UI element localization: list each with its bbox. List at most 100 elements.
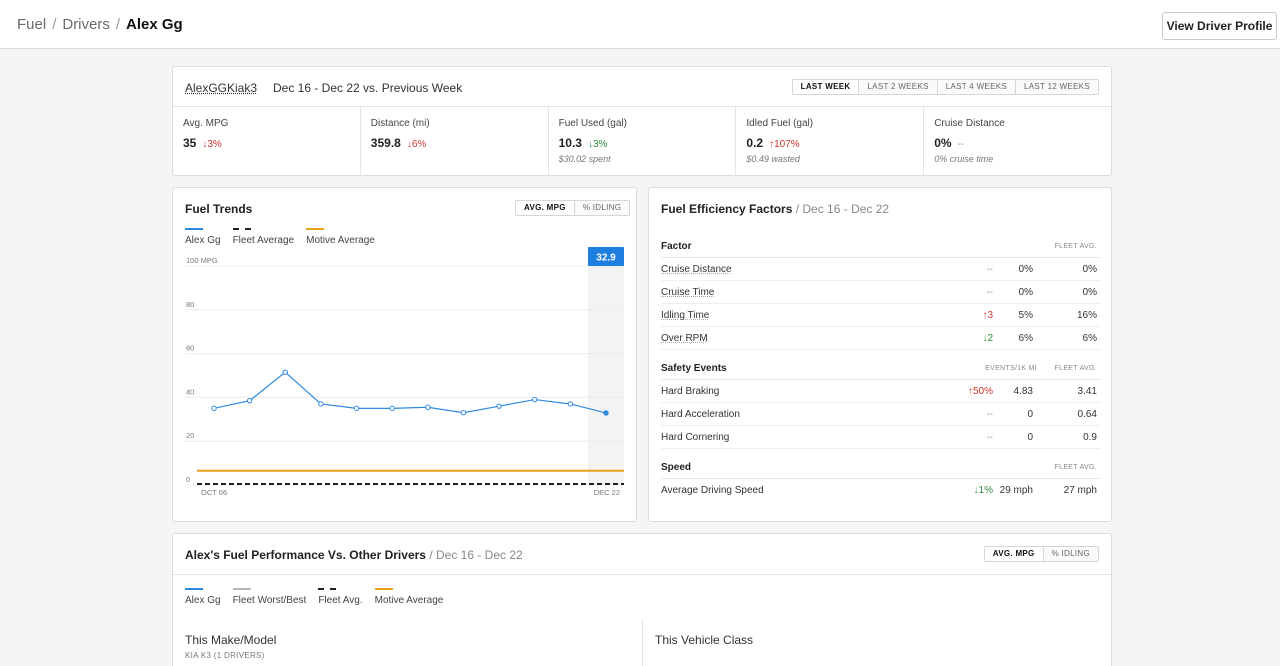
factor-row: Cruise Distance -- 0% 0% bbox=[661, 258, 1101, 281]
factor-name: Hard Cornering bbox=[661, 431, 730, 443]
stat-label: Cruise Distance bbox=[934, 118, 1005, 129]
data-point bbox=[496, 403, 502, 409]
y-tick-label: 80 bbox=[186, 300, 194, 309]
date-range: Dec 16 - Dec 22 vs. Previous Week bbox=[273, 81, 463, 95]
performance-title-text: Alex's Fuel Performance Vs. Other Driver… bbox=[185, 548, 426, 562]
factors-title-text: Fuel Efficiency Factors bbox=[661, 202, 793, 216]
performance-legend: Alex Gg Fleet Worst/Best Fleet Avg. Motive … bbox=[185, 588, 443, 606]
period-selector: LAST WEEK LAST 2 WEEKS LAST 4 WEEKS LAST 12… bbox=[791, 79, 1099, 95]
data-point bbox=[389, 405, 395, 412]
stat-cruise-distance: Cruise Distance 0% -- 0% cruise time bbox=[923, 107, 1111, 176]
stat-change: ↓3% bbox=[587, 139, 608, 150]
period-tab-last-week[interactable]: LAST WEEK bbox=[792, 80, 859, 94]
stat-label: Fuel Used (gal) bbox=[558, 118, 627, 129]
stat-value: 359.8 ↓6% bbox=[371, 136, 538, 150]
legend-label: Motive Average bbox=[374, 595, 444, 606]
legend-swatch bbox=[232, 228, 251, 230]
factor-name[interactable]: Cruise Time bbox=[661, 287, 945, 298]
column-header: FLEET AVG. bbox=[1054, 464, 1097, 471]
data-point bbox=[460, 410, 467, 416]
fuel-trends-title: Fuel Trends bbox=[185, 202, 253, 216]
stat-subtext: $0.49 wasted bbox=[746, 154, 800, 164]
trend-metric-toggle: AVG. MPG% IDLING bbox=[515, 200, 631, 216]
perf-tab-avg-mpg[interactable]: AVG. MPG bbox=[984, 547, 1043, 561]
legend-item: Alex Gg bbox=[185, 588, 221, 606]
perf-tab-idling[interactable]: % IDLING bbox=[1042, 547, 1098, 561]
column-header: FLEET AVG. bbox=[1054, 365, 1097, 372]
factor-name[interactable]: Idling Time bbox=[661, 310, 945, 321]
stat-avg-mpg: Avg. MPG 35 ↓3% bbox=[173, 107, 360, 176]
data-point bbox=[532, 396, 538, 403]
legend-swatch bbox=[185, 588, 203, 590]
data-point bbox=[603, 410, 609, 416]
legend-item: Motive Average bbox=[374, 588, 444, 606]
stat-change: -- bbox=[957, 139, 965, 150]
legend-swatch bbox=[318, 588, 337, 590]
section-title: Safety Events bbox=[661, 363, 727, 374]
breadcrumb-separator: / bbox=[52, 16, 57, 33]
factor-row: Cruise Time -- 0% 0% bbox=[661, 281, 1101, 304]
period-tab-last-12-weeks[interactable]: LAST 12 WEEKS bbox=[1014, 80, 1098, 94]
fuel-trends-chart: 100 MPG 80 60 40 20 0 OCT 06 DEC 22 32.9 bbox=[185, 247, 624, 497]
driver-id-link[interactable]: AlexGGKiak3 bbox=[185, 81, 257, 95]
performance-metric-toggle: AVG. MPG% IDLING bbox=[983, 546, 1099, 562]
summary-header: AlexGGKiak3 Dec 16 - Dec 22 vs. Previous… bbox=[173, 67, 1111, 107]
data-point bbox=[353, 405, 360, 412]
stat-subtext: $30.02 spent bbox=[558, 154, 611, 164]
stat-idled-fuel-gal: Idled Fuel (gal) 0.2 ↑107% $0.49 wasted bbox=[735, 107, 923, 176]
factor-change: -- bbox=[986, 263, 993, 275]
breadcrumb-fuel[interactable]: Fuel bbox=[17, 16, 46, 33]
period-tab-last-2-weeks[interactable]: LAST 2 WEEKS bbox=[858, 80, 937, 94]
factor-change: -- bbox=[986, 408, 993, 420]
factor-name[interactable]: Cruise Distance bbox=[661, 264, 945, 275]
stat-fuel-used-gal: Fuel Used (gal) 10.3 ↓3% $30.02 spent bbox=[547, 107, 736, 176]
period-tab-last-4-weeks[interactable]: LAST 4 WEEKS bbox=[936, 80, 1015, 94]
legend-swatch bbox=[306, 228, 325, 230]
view-driver-profile-button[interactable]: View Driver Profile bbox=[1162, 12, 1277, 40]
column-header: FLEET AVG. bbox=[1054, 243, 1097, 250]
factor-fleet-avg: 6% bbox=[1082, 332, 1097, 344]
trend-tab-avg-mpg[interactable]: AVG. MPG bbox=[516, 201, 574, 215]
page-title: Alex Gg bbox=[126, 16, 183, 33]
section-header: Factor FLEET AVG. bbox=[661, 236, 1101, 258]
breadcrumb: Fuel / Drivers / Alex Gg bbox=[17, 16, 183, 33]
legend-swatch bbox=[185, 228, 203, 230]
factor-change: ↑50% bbox=[967, 385, 993, 397]
factor-row: Over RPM ↓2 6% 6% bbox=[661, 327, 1101, 350]
factors-title: Fuel Efficiency Factors / Dec 16 - Dec 2… bbox=[661, 202, 889, 216]
fuel-efficiency-factors-card: Fuel Efficiency Factors / Dec 16 - Dec 2… bbox=[648, 187, 1112, 522]
top-bar: Fuel / Drivers / Alex Gg View Driver Pro… bbox=[0, 0, 1280, 49]
stat-value: 10.3 ↓3% bbox=[559, 136, 726, 150]
value-callout-label: 32.9 bbox=[596, 253, 616, 264]
breadcrumb-drivers[interactable]: Drivers bbox=[62, 16, 110, 33]
factor-row: Hard Cornering -- 0 0.9 bbox=[661, 426, 1101, 449]
vehicle-class-title: This Vehicle Class bbox=[655, 633, 754, 647]
highlight-band bbox=[588, 266, 624, 485]
data-point bbox=[282, 369, 288, 375]
factor-value: 4.83 bbox=[1013, 385, 1033, 397]
factor-fleet-avg: 0% bbox=[1082, 286, 1097, 298]
factor-change: -- bbox=[986, 286, 993, 298]
factor-value: 6% bbox=[1018, 332, 1033, 344]
factor-fleet-avg: 0.64 bbox=[1077, 408, 1097, 420]
legend-swatch bbox=[374, 588, 393, 590]
factor-row: Average Driving Speed ↓1% 29 mph 27 mph bbox=[661, 479, 1101, 502]
trend-tab-idling[interactable]: % IDLING bbox=[573, 201, 630, 215]
factor-change: ↓2 bbox=[982, 332, 993, 344]
section-title: Speed bbox=[661, 462, 692, 473]
factor-name[interactable]: Over RPM bbox=[661, 333, 945, 344]
section-title: Factor bbox=[661, 241, 692, 252]
legend-swatch bbox=[232, 588, 251, 590]
column-header: EVENTS/1K MI bbox=[985, 365, 1037, 372]
data-point bbox=[211, 405, 217, 412]
factor-change: ↑3 bbox=[982, 309, 993, 321]
stat-change: ↓6% bbox=[406, 139, 427, 150]
stat-number: 35 bbox=[183, 136, 197, 150]
factor-fleet-avg: 0.9 bbox=[1083, 431, 1097, 443]
stat-value: 35 ↓3% bbox=[183, 136, 350, 150]
stat-number: 10.3 bbox=[558, 136, 582, 150]
y-tick-label: 100 MPG bbox=[186, 256, 218, 265]
divider bbox=[173, 574, 1111, 575]
data-point bbox=[318, 401, 324, 407]
